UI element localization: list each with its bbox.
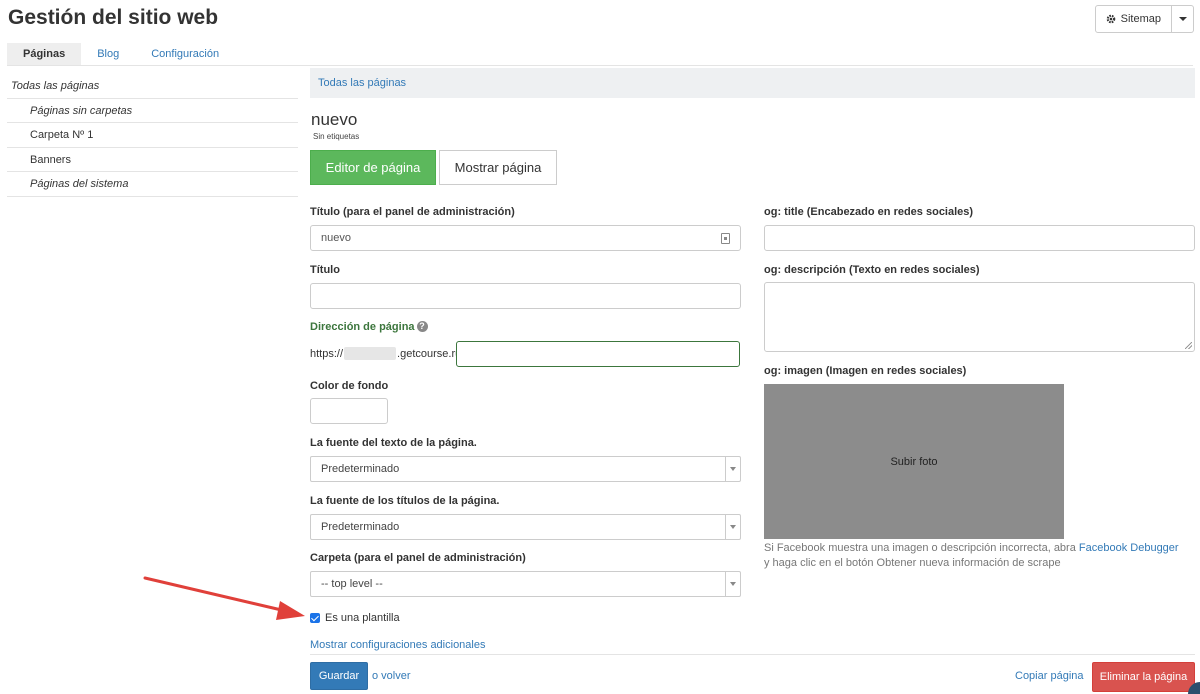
corner-badge — [1188, 682, 1200, 694]
upload-photo-label: Subir foto — [890, 455, 938, 468]
titles-font-select[interactable]: Predeterminado — [310, 514, 741, 540]
show-page-button[interactable]: Mostrar página — [439, 150, 557, 185]
admin-title-input[interactable]: nuevo — [310, 225, 741, 251]
og-image-label: og: imagen (Imagen en redes sociales) — [764, 365, 967, 377]
chevron-down-icon — [1178, 17, 1187, 21]
title-label: Título — [310, 264, 340, 276]
titles-font-value: Predeterminado — [321, 521, 400, 533]
facebook-note-after: y haga clic en el botón Obtener nueva in… — [764, 557, 1061, 569]
sidebar-item-system-pages[interactable]: Páginas del sistema — [7, 172, 298, 197]
page-editor-button[interactable]: Editor de página — [310, 150, 436, 185]
blurred-subdomain — [344, 347, 397, 360]
facebook-note-before: Si Facebook muestra una imagen o descrip… — [764, 542, 1076, 554]
facebook-note: Si Facebook muestra una imagen o descrip… — [764, 541, 1184, 571]
main-tabs: Páginas Blog Configuración — [7, 43, 235, 65]
tab-settings[interactable]: Configuración — [135, 43, 235, 65]
titles-font-label: La fuente de los títulos de la página. — [310, 495, 500, 507]
red-arrow-icon — [143, 576, 305, 620]
page-tags: Sin etiquetas — [313, 132, 360, 141]
chevron-down-icon — [730, 525, 736, 529]
page-address-label-text: Dirección de página — [310, 321, 415, 333]
breadcrumb: Todas las páginas — [310, 68, 1195, 98]
tabs-divider — [7, 65, 1193, 66]
back-link[interactable]: o volver — [372, 670, 411, 682]
admin-title-value: nuevo — [321, 232, 351, 244]
select-arrow — [725, 572, 740, 596]
select-arrow — [725, 457, 740, 481]
sitemap-button-group: Sitemap — [1094, 5, 1194, 33]
tab-pages[interactable]: Páginas — [7, 43, 82, 65]
text-font-select[interactable]: Predeterminado — [310, 456, 741, 482]
address-prefix-start: https:// — [310, 347, 344, 360]
breadcrumb-link-all-pages[interactable]: Todas las páginas — [318, 77, 406, 89]
gear-icon — [1106, 14, 1115, 24]
og-description-textarea[interactable] — [764, 282, 1195, 352]
sidebar-item-all-pages[interactable]: Todas las páginas — [7, 74, 298, 99]
og-title-input[interactable] — [764, 225, 1195, 251]
sidebar-item-banners[interactable]: Banners — [7, 148, 298, 172]
page-title: Gestión del sitio web — [8, 6, 219, 29]
sitemap-dropdown-toggle[interactable] — [1172, 5, 1194, 33]
page-address-prefix: https:// .getcourse.ru/ — [310, 347, 464, 360]
footer-divider — [310, 654, 1195, 655]
tab-blog[interactable]: Blog — [81, 43, 135, 65]
template-checkbox[interactable] — [310, 613, 320, 623]
background-color-input[interactable] — [310, 398, 388, 424]
select-arrow — [725, 515, 740, 539]
sitemap-button[interactable]: Sitemap — [1094, 5, 1172, 33]
chevron-down-icon — [730, 467, 736, 471]
chevron-down-icon — [730, 582, 736, 586]
delete-page-button[interactable]: Eliminar la página — [1092, 662, 1195, 692]
template-checkbox-row: Es una plantilla — [310, 612, 400, 624]
text-font-value: Predeterminado — [321, 463, 400, 475]
sidebar-item-folder-1[interactable]: Carpeta Nº 1 — [7, 123, 298, 148]
show-additional-settings-link[interactable]: Mostrar configuraciones adicionales — [310, 639, 485, 651]
template-checkbox-label[interactable]: Es una plantilla — [325, 612, 400, 624]
og-description-label: og: descripción (Texto en redes sociales… — [764, 264, 980, 276]
title-input[interactable] — [310, 283, 741, 309]
og-title-label: og: title (Encabezado en redes sociales) — [764, 206, 974, 218]
copy-page-link[interactable]: Copiar página — [1015, 670, 1084, 682]
folder-value: -- top level -- — [321, 578, 383, 590]
sidebar: Todas las páginas Páginas sin carpetas C… — [7, 74, 298, 197]
folder-label: Carpeta (para el panel de administración… — [310, 552, 526, 564]
key-icon[interactable] — [721, 233, 730, 244]
background-color-label: Color de fondo — [310, 380, 389, 392]
page-name: nuevo — [311, 110, 358, 129]
facebook-debugger-link[interactable]: Facebook Debugger — [1079, 542, 1179, 554]
page-address-input[interactable] — [456, 341, 740, 367]
sidebar-item-pages-without-folder[interactable]: Páginas sin carpetas — [7, 99, 298, 123]
question-circle-icon[interactable]: ? — [416, 321, 428, 332]
admin-title-label: Título (para el panel de administración) — [310, 206, 515, 218]
page-address-label: Dirección de página? — [310, 321, 428, 333]
address-prefix-end: .getcourse.ru/ — [397, 347, 465, 360]
resize-handle-icon[interactable] — [1185, 342, 1192, 349]
sitemap-label: Sitemap — [1120, 13, 1161, 25]
upload-photo-area[interactable]: Subir foto — [764, 384, 1064, 539]
save-button[interactable]: Guardar — [310, 662, 368, 690]
folder-select[interactable]: -- top level -- — [310, 571, 741, 597]
text-font-label: La fuente del texto de la página. — [310, 437, 477, 449]
